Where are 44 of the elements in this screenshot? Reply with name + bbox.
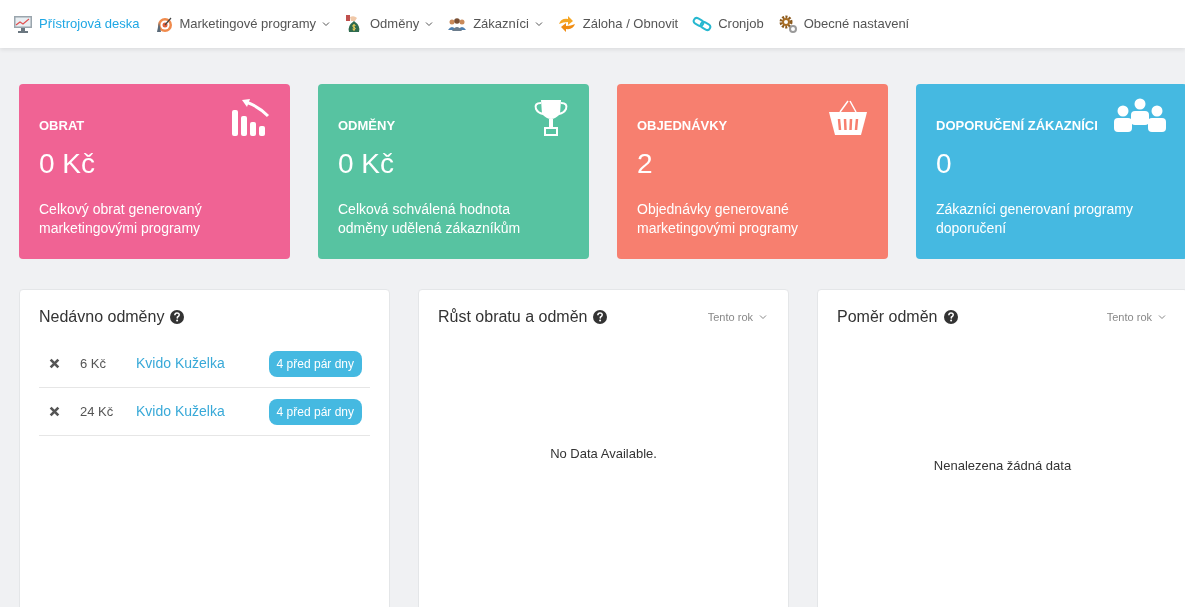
monitor-icon: [13, 14, 33, 34]
card-title: OBJEDNÁVKY: [637, 117, 728, 135]
panel-title: Poměr odměn: [837, 307, 938, 327]
help-icon[interactable]: [943, 310, 958, 324]
chevron-down-icon: [1158, 314, 1166, 320]
help-icon[interactable]: [593, 310, 608, 324]
card-description: Zákazníci generovaní programy doporučení: [936, 200, 1134, 238]
card-title: ODMĚNY: [338, 117, 396, 135]
time-badge: 4 před pár dny: [268, 398, 362, 425]
help-icon[interactable]: [170, 310, 185, 324]
nav-link[interactable]: Cronjob: [692, 14, 764, 34]
period-dropdown[interactable]: Tento rok: [707, 308, 767, 326]
reward-amount: 24 Kč: [80, 402, 115, 421]
card-value: 0 Kč: [338, 147, 396, 181]
panel-title: Nedávno odměny: [39, 307, 165, 327]
refresh-arrows-icon: [556, 14, 577, 34]
basket-icon: [828, 98, 868, 138]
group-of-people-icon: [1113, 98, 1167, 134]
nav-link[interactable]: Obecné nastavení: [777, 14, 910, 34]
card-title: DOPORUČENÍ ZÁKAZNÍCI: [936, 117, 1098, 135]
card-value: 2: [637, 147, 654, 181]
card-description: Objednávky generované marketingovými programy: [637, 200, 800, 238]
nav-link[interactable]: Záloha / Obnovit: [556, 14, 679, 34]
card-value: 0: [936, 147, 953, 181]
chevron-down-icon: [759, 314, 767, 320]
empty-message: Nenalezena žádná data: [933, 457, 1072, 475]
nav-link[interactable]: Marketingové programy: [153, 14, 330, 34]
close-icon[interactable]: [49, 406, 60, 417]
card-description: Celková schválená hodnota odměny udělená zákazníkům: [338, 200, 522, 238]
panel-title: Růst obratu a odměn: [438, 307, 588, 327]
reward-amount: 6 Kč: [80, 354, 107, 373]
bar-chart-icon: [230, 98, 270, 138]
gear-icon: [777, 14, 798, 34]
trophy-icon: [533, 98, 569, 138]
time-badge: 4 před pár dny: [268, 350, 362, 377]
card-title: OBRAT: [39, 117, 85, 135]
card-value: 0 Kč: [39, 147, 97, 181]
period-dropdown[interactable]: Tento rok: [1106, 308, 1166, 326]
close-icon[interactable]: [49, 358, 60, 369]
card-description: Celkový obrat generovaný marketingovými programy: [39, 200, 203, 238]
link-icon: [692, 14, 713, 34]
nav-link[interactable]: Zákazníci: [447, 14, 543, 34]
empty-message: No Data Available.: [550, 445, 657, 463]
nav-link[interactable]: Odměny: [344, 14, 434, 34]
